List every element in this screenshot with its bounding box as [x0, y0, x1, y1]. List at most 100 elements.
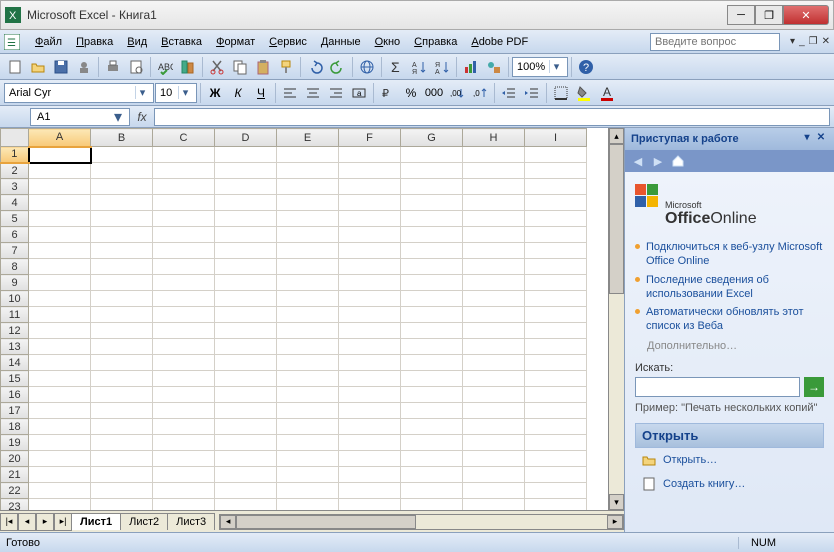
cell-A8[interactable]: [29, 259, 91, 275]
cell-A21[interactable]: [29, 467, 91, 483]
row-header-12[interactable]: 12: [1, 323, 29, 339]
cell-C3[interactable]: [153, 179, 215, 195]
open-file-link[interactable]: Открыть…: [635, 448, 824, 472]
cell-C16[interactable]: [153, 387, 215, 403]
cell-B4[interactable]: [91, 195, 153, 211]
search-input[interactable]: [635, 377, 800, 397]
cell-G22[interactable]: [401, 483, 463, 499]
cell-E18[interactable]: [277, 419, 339, 435]
cell-C15[interactable]: [153, 371, 215, 387]
undo-button[interactable]: [304, 56, 326, 78]
cell-F6[interactable]: [339, 227, 401, 243]
menu-данные[interactable]: Данные: [314, 33, 368, 51]
cell-F17[interactable]: [339, 403, 401, 419]
cell-E1[interactable]: [277, 147, 339, 163]
doc-close-button[interactable]: ✕: [822, 36, 830, 47]
cell-I8[interactable]: [525, 259, 587, 275]
cell-H18[interactable]: [463, 419, 525, 435]
cell-A11[interactable]: [29, 307, 91, 323]
cell-A16[interactable]: [29, 387, 91, 403]
row-header-18[interactable]: 18: [1, 419, 29, 435]
hyperlink-button[interactable]: [356, 56, 378, 78]
menu-окно[interactable]: Окно: [368, 33, 408, 51]
cell-I16[interactable]: [525, 387, 587, 403]
cell-D11[interactable]: [215, 307, 277, 323]
cell-D18[interactable]: [215, 419, 277, 435]
cell-G9[interactable]: [401, 275, 463, 291]
cell-E22[interactable]: [277, 483, 339, 499]
cell-A19[interactable]: [29, 435, 91, 451]
cell-C22[interactable]: [153, 483, 215, 499]
cell-I18[interactable]: [525, 419, 587, 435]
align-right-button[interactable]: [325, 82, 347, 104]
cell-F18[interactable]: [339, 419, 401, 435]
cell-B11[interactable]: [91, 307, 153, 323]
cell-E11[interactable]: [277, 307, 339, 323]
increase-indent-button[interactable]: [521, 82, 543, 104]
cell-D6[interactable]: [215, 227, 277, 243]
menu-вставка[interactable]: Вставка: [154, 33, 209, 51]
cell-D12[interactable]: [215, 323, 277, 339]
row-header-7[interactable]: 7: [1, 243, 29, 259]
cell-G13[interactable]: [401, 339, 463, 355]
font-combobox[interactable]: Arial Cyr▾: [4, 83, 154, 103]
cell-F20[interactable]: [339, 451, 401, 467]
tab-next-button[interactable]: ▸: [36, 513, 54, 531]
row-header-14[interactable]: 14: [1, 355, 29, 371]
cell-I21[interactable]: [525, 467, 587, 483]
scroll-up-button[interactable]: ▴: [609, 128, 624, 144]
cell-B2[interactable]: [91, 163, 153, 179]
cell-H5[interactable]: [463, 211, 525, 227]
cell-D3[interactable]: [215, 179, 277, 195]
cell-D21[interactable]: [215, 467, 277, 483]
row-header-21[interactable]: 21: [1, 467, 29, 483]
cell-I1[interactable]: [525, 147, 587, 163]
italic-button[interactable]: К: [227, 82, 249, 104]
cell-D16[interactable]: [215, 387, 277, 403]
currency-button[interactable]: ₽: [377, 82, 399, 104]
cell-H2[interactable]: [463, 163, 525, 179]
row-header-10[interactable]: 10: [1, 291, 29, 307]
cell-A10[interactable]: [29, 291, 91, 307]
cell-A14[interactable]: [29, 355, 91, 371]
menu-файл[interactable]: Файл: [28, 33, 69, 51]
cell-H19[interactable]: [463, 435, 525, 451]
cell-D9[interactable]: [215, 275, 277, 291]
comma-style-button[interactable]: 000: [423, 82, 445, 104]
save-button[interactable]: [50, 56, 72, 78]
drawing-button[interactable]: [483, 56, 505, 78]
cell-G1[interactable]: [401, 147, 463, 163]
cell-A23[interactable]: [29, 499, 91, 511]
cell-G6[interactable]: [401, 227, 463, 243]
cell-F8[interactable]: [339, 259, 401, 275]
cell-F2[interactable]: [339, 163, 401, 179]
cell-G3[interactable]: [401, 179, 463, 195]
cell-B5[interactable]: [91, 211, 153, 227]
task-pane-more-link[interactable]: Дополнительно…: [647, 340, 824, 352]
ask-a-question-input[interactable]: [650, 33, 780, 51]
spellcheck-button[interactable]: ABC: [154, 56, 176, 78]
menu-adobe pdf[interactable]: Adobe PDF: [464, 33, 535, 51]
cell-E4[interactable]: [277, 195, 339, 211]
name-box-input[interactable]: [31, 111, 111, 123]
cell-D15[interactable]: [215, 371, 277, 387]
row-header-19[interactable]: 19: [1, 435, 29, 451]
row-header-8[interactable]: 8: [1, 259, 29, 275]
cell-H7[interactable]: [463, 243, 525, 259]
cell-E16[interactable]: [277, 387, 339, 403]
cell-H4[interactable]: [463, 195, 525, 211]
cell-C11[interactable]: [153, 307, 215, 323]
row-header-17[interactable]: 17: [1, 403, 29, 419]
cell-C4[interactable]: [153, 195, 215, 211]
cell-G4[interactable]: [401, 195, 463, 211]
cell-I6[interactable]: [525, 227, 587, 243]
bold-button[interactable]: Ж: [204, 82, 226, 104]
cell-I10[interactable]: [525, 291, 587, 307]
cell-B6[interactable]: [91, 227, 153, 243]
cell-D10[interactable]: [215, 291, 277, 307]
zoom-combobox[interactable]: 100%▾: [512, 57, 568, 77]
cell-H14[interactable]: [463, 355, 525, 371]
permission-button[interactable]: [73, 56, 95, 78]
tab-last-button[interactable]: ▸|: [54, 513, 72, 531]
menu-вид[interactable]: Вид: [120, 33, 154, 51]
